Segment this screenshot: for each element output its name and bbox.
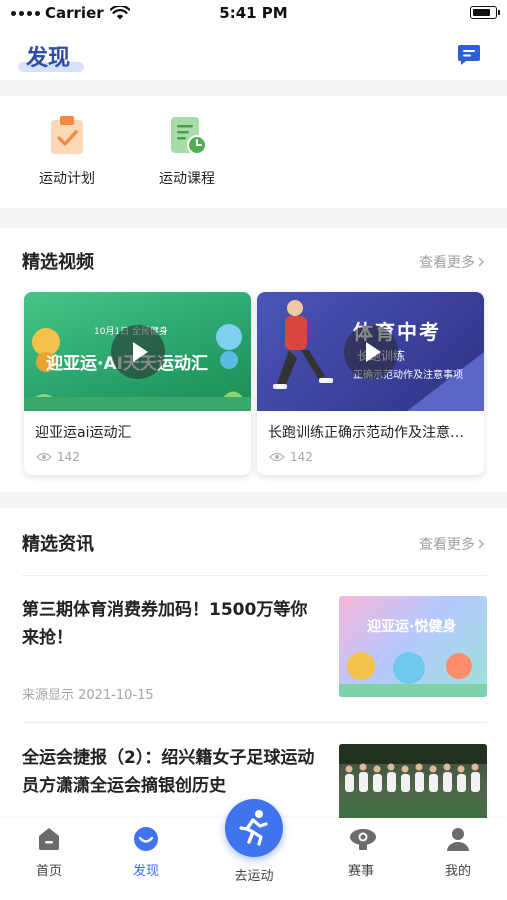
eye-icon — [36, 452, 52, 462]
header: 发现 — [0, 28, 507, 80]
view-count: 142 — [36, 450, 80, 464]
videos-header: 精选视频 查看更多 — [0, 240, 507, 280]
thumb-headline: 迎亚运·悦健身 — [367, 619, 457, 635]
tab-go-exercise[interactable]: 去运动 — [214, 799, 294, 884]
section-title: 精选视频 — [22, 252, 94, 273]
tab-label: 首页 — [35, 864, 62, 879]
tab-label: 我的 — [444, 864, 471, 879]
view-count: 142 — [269, 450, 313, 464]
user-icon — [445, 826, 471, 852]
video-list: 10月1日 全民健身 迎亚运·AI天天运动汇 迎亚运ai运动汇 142 体育中考… — [24, 292, 484, 476]
video-card[interactable]: 体育中考 长跑训练 正确示范动作及注意事项 长跑训练正确示范动作及注意事项 14… — [257, 292, 484, 475]
battery-icon — [470, 6, 500, 19]
entry-label: 运动课程 — [159, 171, 215, 187]
divider — [22, 722, 487, 723]
view-count-value: 142 — [290, 450, 313, 464]
section-gap — [0, 208, 507, 228]
clipboard-check-icon — [47, 114, 87, 156]
home-icon — [36, 826, 62, 852]
entry-exercise-plan[interactable]: 运动计划 — [17, 114, 117, 188]
entry-exercise-course[interactable]: 运动课程 — [137, 114, 237, 188]
chevron-right-icon — [478, 257, 485, 267]
video-title: 长跑训练正确示范动作及注意事项 — [268, 425, 476, 441]
news-source: 来源显示 2021-10-15 — [22, 688, 154, 703]
tab-discover[interactable]: 发现 — [106, 818, 186, 879]
view-count-value: 142 — [57, 450, 80, 464]
video-card[interactable]: 10月1日 全民健身 迎亚运·AI天天运动汇 迎亚运ai运动汇 142 — [24, 292, 251, 475]
trophy-icon — [348, 826, 376, 852]
videos-more-link[interactable]: 查看更多 — [419, 252, 485, 272]
play-icon — [110, 324, 165, 379]
section-title: 精选资讯 — [22, 534, 94, 555]
news-more-link[interactable]: 查看更多 — [419, 534, 485, 554]
page-title: 发现 — [26, 46, 71, 71]
more-label: 查看更多 — [419, 537, 475, 553]
divider — [22, 575, 487, 576]
status-time: 5:41 PM — [219, 4, 288, 22]
news-title: 第三期体育消费券加码！1500万等你来抢！ — [22, 600, 308, 648]
video-thumbnail: 体育中考 长跑训练 正确示范动作及注意事项 — [257, 292, 484, 411]
message-button[interactable] — [457, 44, 481, 66]
tab-profile[interactable]: 我的 — [418, 818, 498, 879]
video-title: 迎亚运ai运动汇 — [35, 425, 132, 441]
news-item[interactable]: 第三期体育消费券加码！1500万等你来抢！ 来源显示 2021-10-15 迎亚… — [22, 596, 487, 703]
chevron-right-icon — [478, 539, 485, 549]
eye-icon — [269, 452, 285, 462]
tab-label: 赛事 — [347, 864, 374, 879]
section-gap — [0, 80, 507, 96]
news-header: 精选资讯 查看更多 — [0, 522, 507, 562]
section-gap — [0, 492, 507, 508]
video-thumbnail: 10月1日 全民健身 迎亚运·AI天天运动汇 — [24, 292, 251, 411]
tab-bar: 首页 发现 去运动 赛事 我的 — [0, 799, 507, 900]
quick-entries: 运动计划 运动课程 — [0, 96, 507, 208]
status-bar: Carrier 5:41 PM — [0, 0, 507, 26]
message-icon — [458, 45, 480, 65]
discover-icon — [133, 826, 159, 852]
tab-home[interactable]: 首页 — [9, 818, 89, 879]
news-title: 全运会捷报（2）：绍兴籍女子足球运动员方潇潇全运会摘银创历史 — [22, 748, 315, 796]
running-icon — [225, 799, 283, 857]
news-thumbnail: 迎亚运·悦健身 — [339, 596, 487, 697]
entry-label: 运动计划 — [39, 171, 95, 187]
tab-label: 发现 — [132, 864, 159, 879]
document-clock-icon — [167, 114, 207, 156]
tab-label: 去运动 — [234, 869, 274, 884]
news-thumbnail — [339, 744, 487, 818]
more-label: 查看更多 — [419, 255, 475, 271]
tab-events[interactable]: 赛事 — [321, 818, 401, 879]
play-icon — [343, 324, 398, 379]
